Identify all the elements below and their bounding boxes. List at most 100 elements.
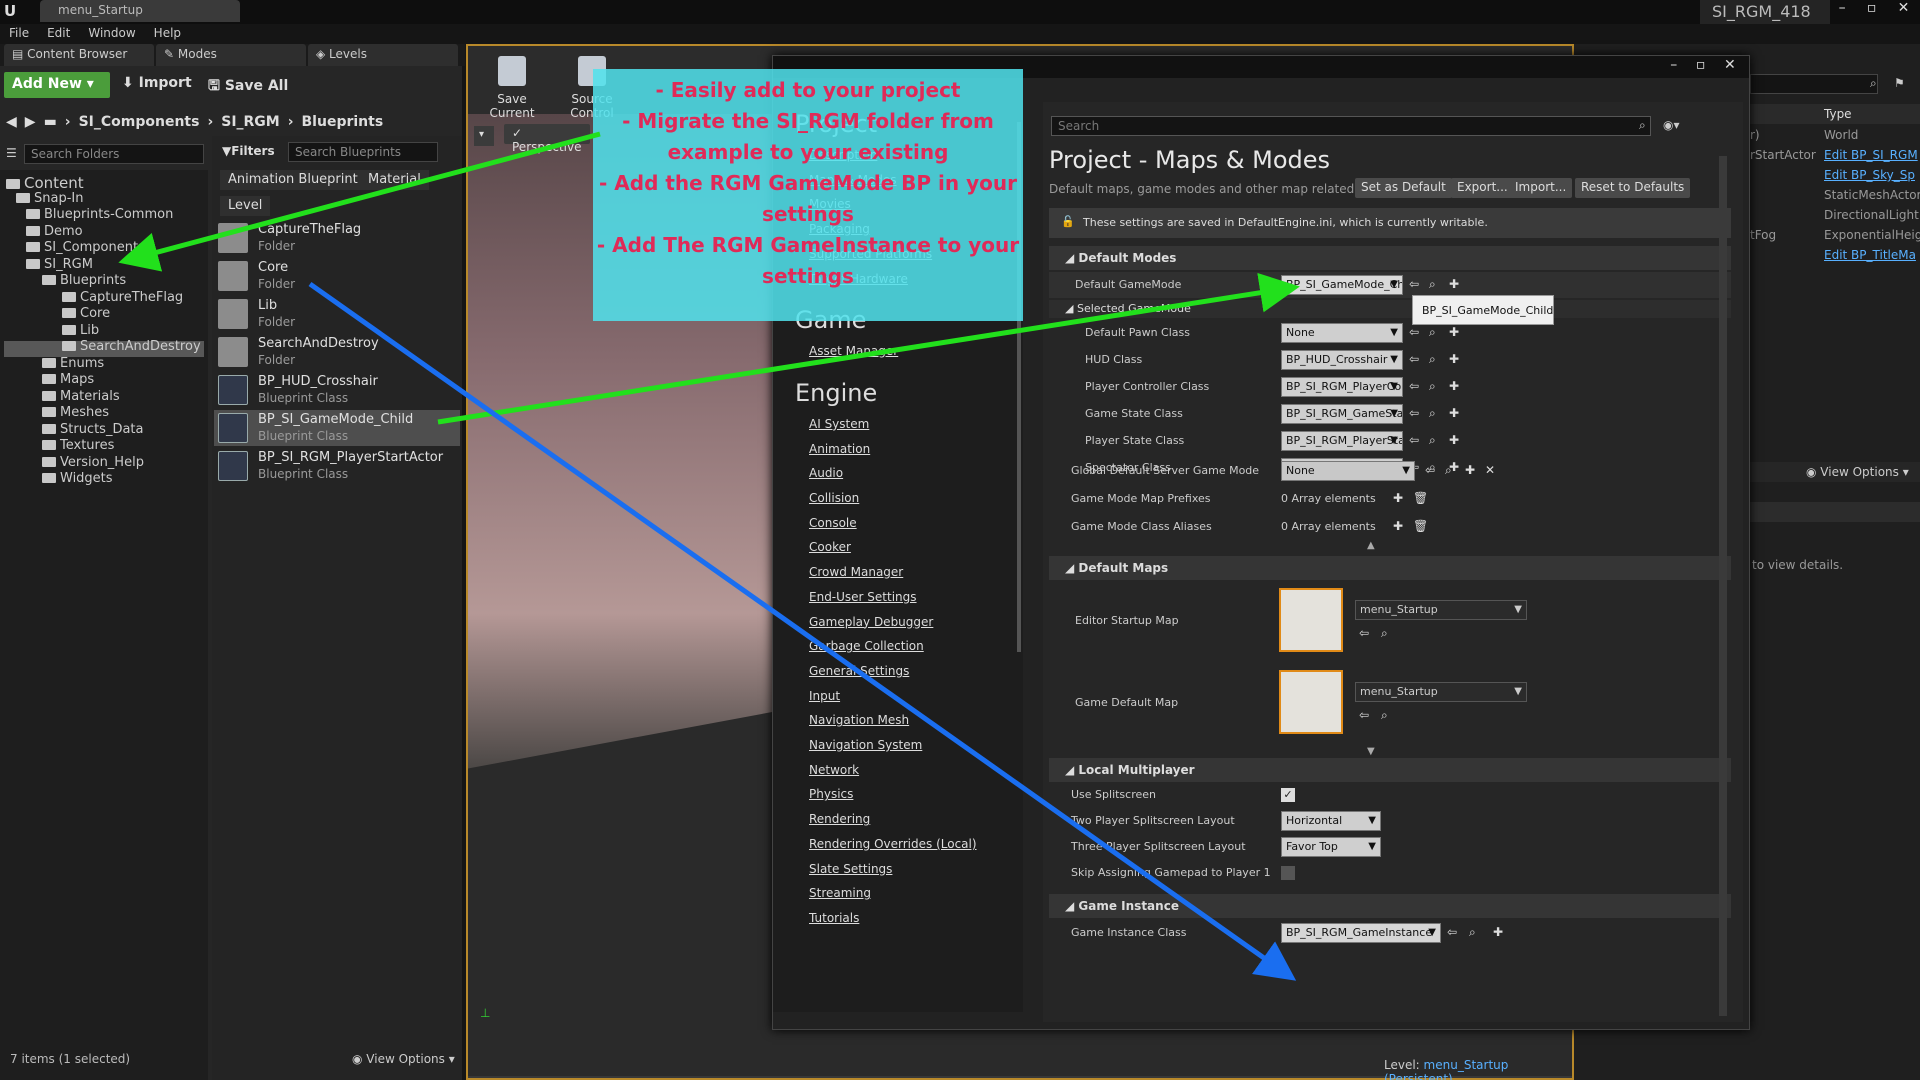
- add-icon[interactable]: ✚: [1493, 925, 1503, 939]
- maximize-icon[interactable]: ▫: [1696, 57, 1706, 77]
- save-all-button[interactable]: 🖫 Save All: [208, 75, 288, 99]
- add-new-button[interactable]: Add New ▾: [4, 72, 110, 98]
- add-icon[interactable]: ✚: [1449, 277, 1459, 291]
- export-button[interactable]: Export...: [1451, 178, 1514, 198]
- tree-item[interactable]: Core: [62, 306, 110, 321]
- browse-icon[interactable]: ⌕: [1445, 463, 1452, 478]
- outliner-row-name[interactable]: tFog: [1750, 228, 1776, 242]
- tree-item[interactable]: Lib: [62, 323, 99, 338]
- nav-item[interactable]: Asset Manager: [809, 344, 898, 358]
- import-button[interactable]: Import...: [1509, 178, 1573, 198]
- menu-help[interactable]: Help: [145, 24, 190, 44]
- tree-item[interactable]: SI_RGM: [26, 257, 93, 272]
- tree-item[interactable]: Snap-In: [16, 191, 83, 206]
- perspective-button[interactable]: ✓ Perspective: [504, 124, 590, 154]
- menu-edit[interactable]: Edit: [38, 24, 79, 44]
- nav-item[interactable]: Rendering Overrides (Local): [809, 837, 977, 851]
- filters-button[interactable]: ▼Filters: [222, 144, 275, 158]
- map-thumbnail[interactable]: [1279, 588, 1343, 652]
- nav-item[interactable]: Slate Settings: [809, 862, 892, 876]
- browse-icon[interactable]: ⌕: [1429, 352, 1436, 367]
- nav-item[interactable]: Gameplay Debugger: [809, 615, 933, 629]
- filter-chip-material[interactable]: Material: [360, 170, 429, 190]
- game-instance-combo[interactable]: BP_SI_RGM_GameInstance ▼: [1281, 923, 1441, 943]
- tree-item[interactable]: Widgets: [42, 471, 113, 486]
- add-icon[interactable]: ✚: [1449, 325, 1459, 339]
- tree-item[interactable]: SearchAndDestroy: [62, 339, 201, 354]
- class-setting-combo[interactable]: BP_HUD_Crosshair ▼: [1281, 350, 1403, 370]
- skip-gamepad-checkbox[interactable]: [1281, 866, 1295, 880]
- nav-item[interactable]: General Settings: [809, 664, 909, 678]
- use-selected-icon[interactable]: ⇦: [1447, 925, 1457, 939]
- close-icon[interactable]: ✕: [1724, 57, 1736, 77]
- tab-modes[interactable]: ✎ Modes: [156, 44, 306, 66]
- asset-item[interactable]: BP_SI_GameMode_Child Blueprint Class: [214, 410, 460, 446]
- tree-item[interactable]: CaptureTheFlag: [62, 290, 183, 305]
- nav-item[interactable]: Cooker: [809, 540, 851, 554]
- browse-icon[interactable]: ⌕: [1429, 277, 1436, 292]
- nav-item[interactable]: Navigation System: [809, 738, 922, 752]
- add-element-icon[interactable]: ✚: [1393, 519, 1403, 533]
- nav-item[interactable]: Crowd Manager: [809, 565, 903, 579]
- tree-item[interactable]: Blueprints: [42, 273, 126, 288]
- asset-item[interactable]: CaptureTheFlag Folder: [214, 220, 460, 256]
- minimize-icon[interactable]: –: [1670, 57, 1677, 77]
- tree-item[interactable]: Materials: [42, 389, 120, 404]
- menu-file[interactable]: File: [0, 24, 38, 44]
- view-options-button[interactable]: ◉ View Options ▾: [1806, 465, 1909, 479]
- tab-content-browser[interactable]: ▤ Content Browser: [4, 44, 154, 66]
- nav-item[interactable]: End-User Settings: [809, 590, 917, 604]
- browse-icon[interactable]: ⌕: [1469, 925, 1476, 940]
- level-tab[interactable]: menu_Startup: [40, 0, 240, 22]
- close-icon[interactable]: ✕: [1898, 0, 1910, 24]
- asset-item[interactable]: Lib Folder: [214, 296, 460, 332]
- type-column-header[interactable]: Type: [1824, 107, 1852, 121]
- tab-levels[interactable]: ◈ Levels: [308, 44, 458, 66]
- settings-scrollbar[interactable]: [1719, 156, 1727, 1016]
- global-server-combo[interactable]: None ▼: [1281, 461, 1415, 481]
- add-icon[interactable]: ✚: [1449, 379, 1459, 393]
- outliner-row-name[interactable]: r): [1750, 128, 1760, 142]
- breadcrumb-blueprints[interactable]: Blueprints: [302, 114, 384, 130]
- use-selected-icon[interactable]: ⇦: [1409, 406, 1419, 420]
- viewport-options-dropdown[interactable]: ▾: [474, 126, 494, 146]
- view-options-button[interactable]: ◉ View Options ▾: [352, 1052, 455, 1066]
- import-button[interactable]: ⬇ Import: [122, 75, 192, 91]
- two-player-combo[interactable]: Horizontal ▼: [1281, 811, 1381, 831]
- asset-item[interactable]: BP_SI_RGM_PlayerStartActor Blueprint Clas…: [214, 448, 460, 484]
- breadcrumb-si-rgm[interactable]: SI_RGM: [221, 114, 280, 130]
- add-element-icon[interactable]: ✚: [1393, 491, 1403, 505]
- save-current-button[interactable]: Save Current: [474, 52, 550, 120]
- nav-item[interactable]: Streaming: [809, 886, 871, 900]
- maximize-icon[interactable]: ▫: [1867, 0, 1877, 24]
- nav-item[interactable]: AI System: [809, 417, 869, 431]
- browse-icon[interactable]: ⌕: [1429, 406, 1436, 421]
- section-default-maps[interactable]: ◢ Default Maps: [1049, 556, 1731, 580]
- asset-item[interactable]: BP_HUD_Crosshair Blueprint Class: [214, 372, 460, 408]
- add-icon[interactable]: ✚: [1449, 352, 1459, 366]
- tree-item[interactable]: Content: [6, 174, 84, 192]
- section-local-multiplayer[interactable]: ◢ Local Multiplayer: [1049, 758, 1731, 782]
- tree-item[interactable]: Version_Help: [42, 455, 144, 470]
- nav-item[interactable]: Physics: [809, 787, 853, 801]
- outliner-row-type[interactable]: Edit BP_Sky_Sp: [1824, 168, 1915, 182]
- tree-item[interactable]: Demo: [26, 224, 83, 239]
- nav-item[interactable]: Input: [809, 689, 840, 703]
- use-selected-icon[interactable]: ⇦: [1359, 708, 1369, 722]
- class-setting-combo[interactable]: BP_SI_RGM_GameSta ▼: [1281, 404, 1403, 424]
- settings-search-input[interactable]: Search: [1051, 116, 1651, 136]
- tree-item[interactable]: Meshes: [42, 405, 109, 420]
- use-splitscreen-checkbox[interactable]: ✓: [1281, 788, 1295, 802]
- nav-item[interactable]: Garbage Collection: [809, 639, 924, 653]
- tree-item[interactable]: Enums: [42, 356, 104, 371]
- tree-item[interactable]: SI_Components: [26, 240, 145, 255]
- search-folders-input[interactable]: Search Folders: [24, 144, 204, 164]
- nav-item[interactable]: Console: [809, 516, 857, 530]
- filter-chip-animation-blueprint[interactable]: Animation Blueprint: [220, 170, 366, 190]
- nav-item[interactable]: Navigation Mesh: [809, 713, 909, 727]
- default-gamemode-combo[interactable]: BP_SI_GameMode_Child▼: [1281, 275, 1403, 295]
- use-selected-icon[interactable]: ⇦: [1409, 325, 1419, 339]
- asset-item[interactable]: SearchAndDestroy Folder: [214, 334, 460, 370]
- section-game-instance[interactable]: ◢ Game Instance: [1049, 894, 1731, 918]
- use-selected-icon[interactable]: ⇦: [1409, 433, 1419, 447]
